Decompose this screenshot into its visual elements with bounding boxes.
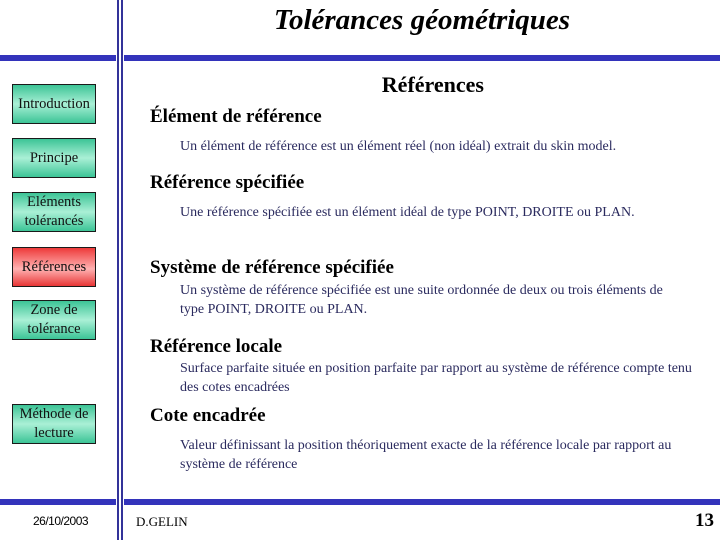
nav-button-principe[interactable]: Principe <box>12 138 96 178</box>
header-rule <box>0 55 720 61</box>
term-heading: Référence spécifiée <box>150 172 305 193</box>
nav-button-label: Méthode de lecture <box>19 406 89 441</box>
page-number: 13 <box>695 510 714 531</box>
sidebar-divider <box>116 0 124 540</box>
slide-title: Tolérances géométriques <box>273 4 571 36</box>
term-definition: Surface parfaite située en position parf… <box>180 361 692 395</box>
footer-rule <box>0 499 720 505</box>
term-heading: Cote encadrée <box>150 405 266 426</box>
nav-button-label: Eléments tolérancés <box>24 194 84 229</box>
term-heading: Référence locale <box>150 336 283 357</box>
term-definition: Un système de référence spécifiée est un… <box>180 283 663 317</box>
nav-button-label: Zone de tolérance <box>27 302 81 337</box>
nav-button-methode-de-lecture[interactable]: Méthode de lecture <box>12 404 96 444</box>
term-definition: Valeur définissant la position théorique… <box>180 438 672 472</box>
nav-button-references[interactable]: Références <box>12 247 96 287</box>
nav-button-label: Références <box>21 258 87 275</box>
footer-author: D.GELIN <box>136 514 188 529</box>
footer-date: 26/10/2003 <box>33 514 89 528</box>
nav-button-label: Principe <box>29 149 79 166</box>
term-definition: Un élément de référence est un élément r… <box>180 139 617 154</box>
nav-button-introduction[interactable]: Introduction <box>12 84 96 124</box>
term-definition: Une référence spécifiée est un élément i… <box>180 205 635 220</box>
nav-button-zone-de-tolerance[interactable]: Zone de tolérance <box>12 300 96 340</box>
term-heading: Élément de référence <box>150 106 322 127</box>
section-title: Références <box>381 72 484 97</box>
nav-button-label: Introduction <box>18 95 90 112</box>
nav-button-elements-tolerances[interactable]: Eléments tolérancés <box>12 192 96 232</box>
term-heading: Système de référence spécifiée <box>150 257 394 278</box>
